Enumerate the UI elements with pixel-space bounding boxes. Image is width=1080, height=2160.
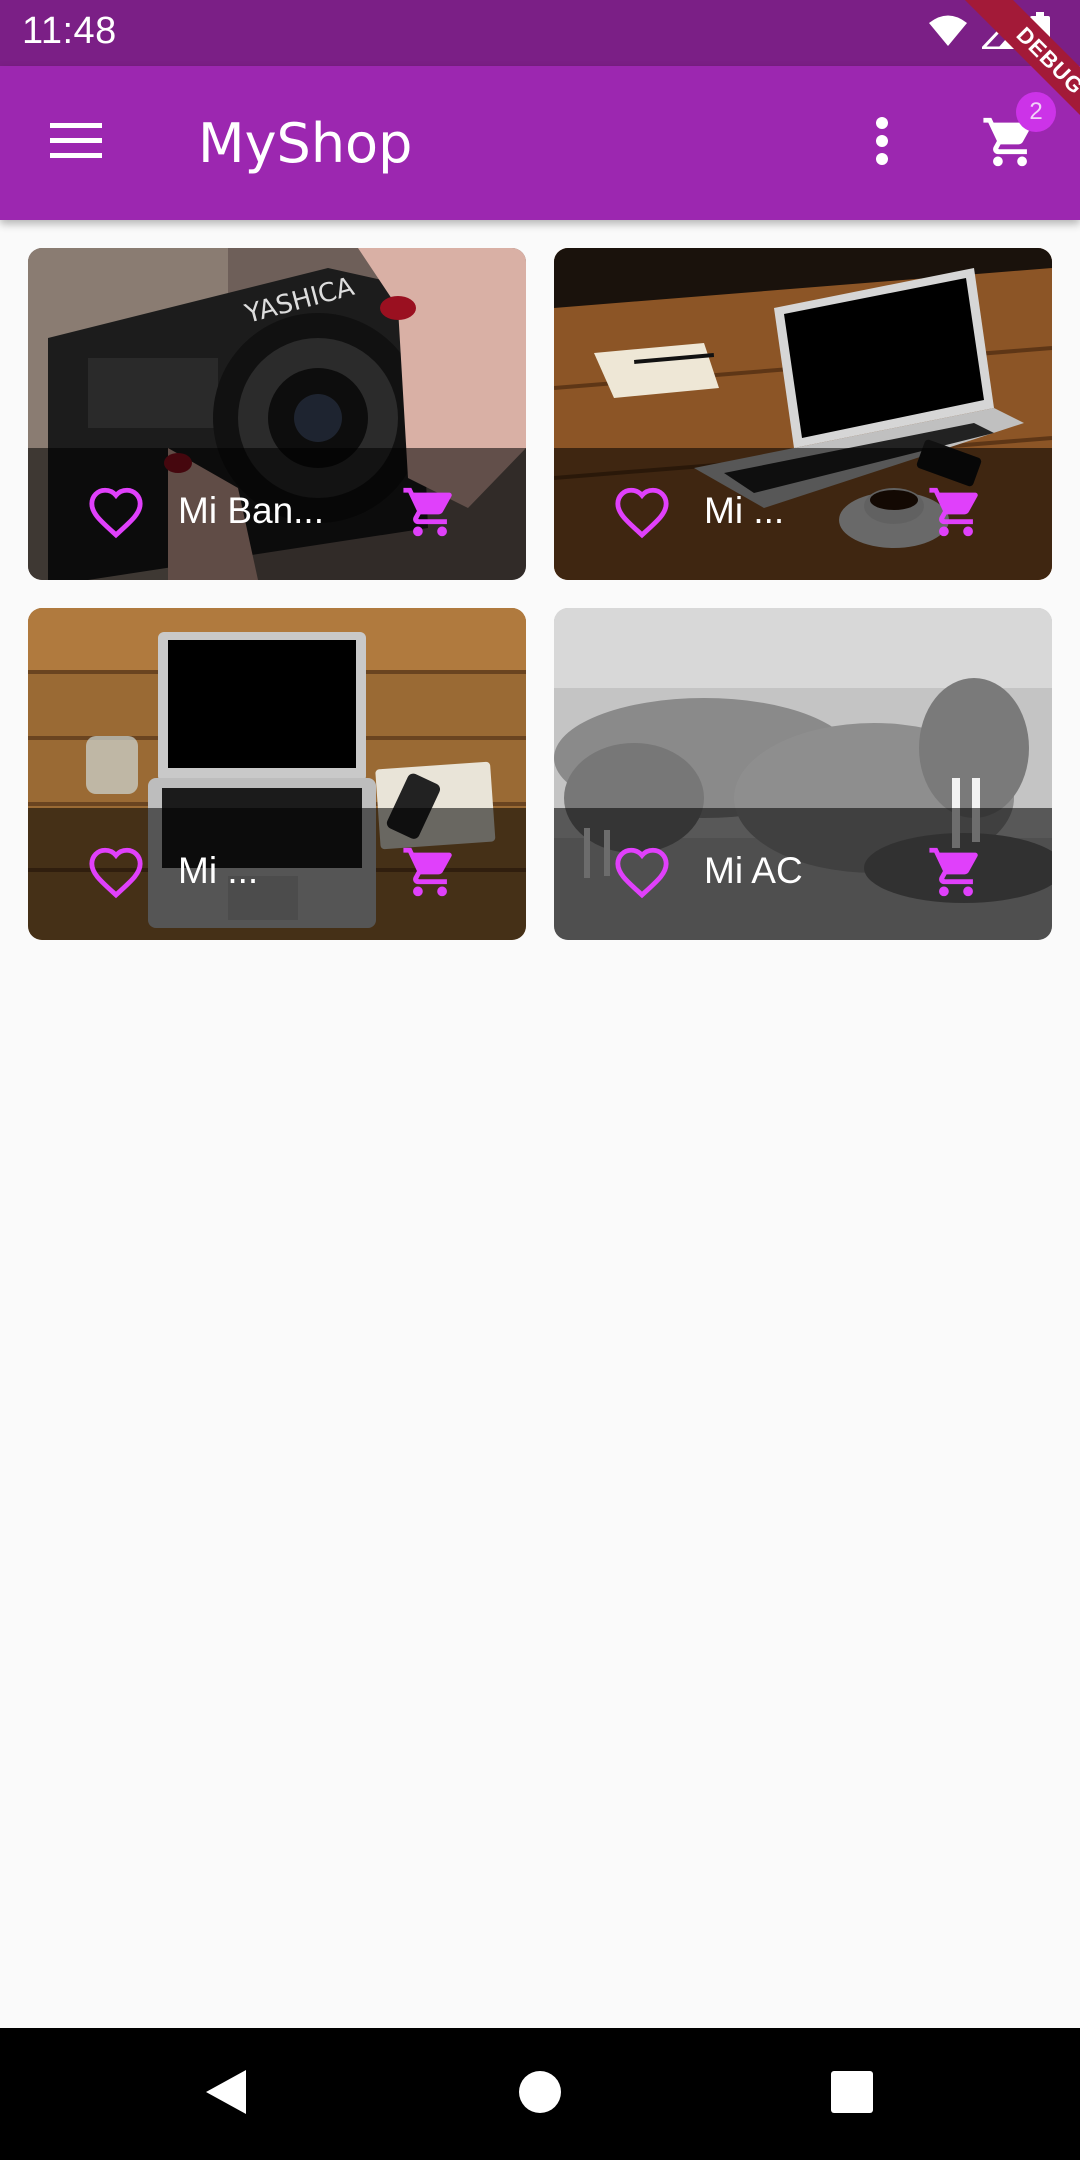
recents-button[interactable] [824,2066,880,2122]
home-icon [518,2070,562,2119]
favorite-button[interactable] [84,482,148,546]
more-options-button[interactable] [854,109,910,177]
add-to-cart-button[interactable] [398,842,462,906]
heart-outline-icon [613,845,671,904]
product-tile-footer: Mi ... [554,448,1052,580]
app-bar: MyShop [0,66,1080,220]
add-to-cart-button[interactable] [924,482,988,546]
app-title: MyShop [198,112,413,175]
back-button[interactable] [198,2066,254,2122]
product-title: Mi ... [178,850,259,891]
shopping-cart-icon [401,483,459,546]
product-tile[interactable]: YASHICA Mi Ban... [28,248,526,580]
add-to-cart-button[interactable] [398,482,462,546]
product-tile-footer: Mi Ban... [28,448,526,580]
product-tile-footer: Mi ... [28,808,526,940]
favorite-button[interactable] [84,842,148,906]
status-icons [928,9,1050,55]
favorite-button[interactable] [610,842,674,906]
product-title: Mi Ban... [178,490,324,531]
more-vert-icon [875,116,889,170]
signal-icon [979,9,1017,54]
favorite-button[interactable] [610,482,674,546]
cart-badge: 2 [1016,92,1056,132]
shopping-cart-icon [927,483,985,546]
battery-icon [1030,11,1050,55]
product-tile[interactable]: Mi ... [28,608,526,940]
product-grid: YASHICA Mi Ban... Mi ... Mi ... Mi AC [28,248,1052,940]
product-tile[interactable]: Mi AC [554,608,1052,940]
heart-outline-icon [87,485,145,544]
add-to-cart-button[interactable] [924,842,988,906]
heart-outline-icon [613,485,671,544]
status-time: 11:48 [22,10,117,52]
product-tile-footer: Mi AC [554,808,1052,940]
wifi-icon [928,14,968,53]
back-icon [204,2068,248,2121]
menu-button[interactable] [36,109,116,177]
menu-icon [50,122,102,164]
heart-outline-icon [87,845,145,904]
product-title: Mi ... [704,490,785,531]
system-nav-bar [0,2028,1080,2160]
shopping-cart-icon [927,843,985,906]
shopping-cart-icon [401,843,459,906]
home-button[interactable] [512,2066,568,2122]
product-title: Mi AC [704,850,803,891]
product-tile[interactable]: Mi ... [554,248,1052,580]
status-bar: 11:48 [0,0,1080,66]
recents-icon [831,2070,873,2118]
